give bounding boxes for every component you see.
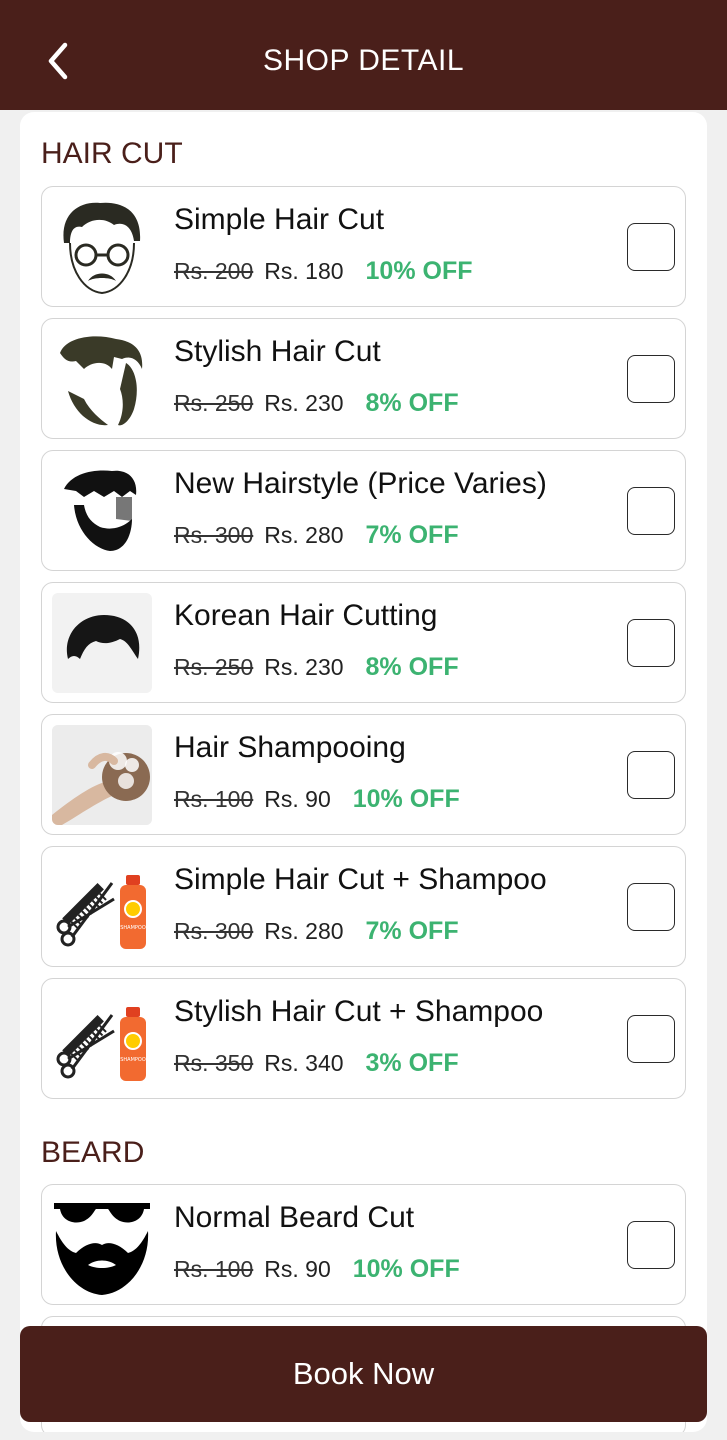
service-name: Simple Hair Cut [174, 203, 385, 236]
shampooing-photo-icon [52, 725, 152, 825]
price-row: Rs. 250 Rs. 230 8% OFF [174, 389, 459, 418]
discount-badge: 10% OFF [365, 257, 473, 285]
scissors-comb-shampoo-icon: SHAMPOO [52, 989, 152, 1089]
service-checkbox[interactable] [627, 619, 675, 667]
service-name: Normal Beard Cut [174, 1201, 415, 1234]
book-now-button[interactable]: Book Now [20, 1326, 707, 1422]
price-row: Rs. 350 Rs. 340 3% OFF [174, 1049, 459, 1078]
service-name: Stylish Hair Cut + Shampoo [174, 995, 544, 1028]
old-price: Rs. 100 [174, 786, 254, 812]
new-price: Rs. 280 [264, 522, 344, 548]
service-card[interactable]: SHAMPOO Stylish Hair Cut + Shampoo Rs. 3… [41, 978, 686, 1099]
service-list[interactable]: HAIR CUT Simple Hair Cut Rs. 200 Rs. 180… [20, 112, 707, 1432]
service-checkbox[interactable] [627, 1015, 675, 1063]
service-checkbox[interactable] [627, 1221, 675, 1269]
price-row: Rs. 100 Rs. 90 10% OFF [174, 1255, 460, 1284]
price-row: Rs. 300 Rs. 280 7% OFF [174, 521, 459, 550]
discount-badge: 10% OFF [352, 785, 460, 813]
price-row: Rs. 100 Rs. 90 10% OFF [174, 785, 460, 814]
new-price: Rs. 90 [264, 786, 331, 812]
section-title-haircut: HAIR CUT [41, 137, 183, 170]
shampoo-bottle-label: SHAMPOO [120, 925, 146, 931]
new-price: Rs. 230 [264, 654, 344, 680]
service-name: New Hairstyle (Price Varies) [174, 467, 547, 500]
new-price: Rs. 230 [264, 390, 344, 416]
service-card[interactable]: Stylish Hair Cut Rs. 250 Rs. 230 8% OFF [41, 318, 686, 439]
price-row: Rs. 250 Rs. 230 8% OFF [174, 653, 459, 682]
shampoo-bottle-label: SHAMPOO [120, 1057, 146, 1063]
service-checkbox[interactable] [627, 751, 675, 799]
old-price: Rs. 300 [174, 918, 254, 944]
price-row: Rs. 300 Rs. 280 7% OFF [174, 917, 459, 946]
new-price: Rs. 90 [264, 1256, 331, 1282]
service-name: Simple Hair Cut + Shampoo [174, 863, 547, 896]
old-price: Rs. 250 [174, 390, 254, 416]
old-price: Rs. 300 [174, 522, 254, 548]
price-row: Rs. 200 Rs. 180 10% OFF [174, 257, 473, 286]
old-price: Rs. 200 [174, 258, 254, 284]
discount-badge: 8% OFF [365, 653, 459, 681]
old-price: Rs. 250 [174, 654, 254, 680]
service-card[interactable]: Hair Shampooing Rs. 100 Rs. 90 10% OFF [41, 714, 686, 835]
new-price: Rs. 180 [264, 258, 344, 284]
scissors-comb-shampoo-icon: SHAMPOO [52, 857, 152, 957]
page-title: SHOP DETAIL [262, 44, 465, 77]
discount-badge: 7% OFF [365, 917, 459, 945]
new-price: Rs. 280 [264, 918, 344, 944]
service-name: Stylish Hair Cut [174, 335, 381, 368]
app-header: SHOP DETAIL [0, 0, 727, 110]
service-card[interactable]: Simple Hair Cut Rs. 200 Rs. 180 10% OFF [41, 186, 686, 307]
old-price: Rs. 350 [174, 1050, 254, 1076]
service-name: Korean Hair Cutting [174, 599, 438, 632]
service-checkbox[interactable] [627, 487, 675, 535]
korean-hair-icon [52, 593, 152, 693]
service-name: Hair Shampooing [174, 731, 406, 764]
discount-badge: 7% OFF [365, 521, 459, 549]
hairstyle-beard-icon [52, 461, 152, 561]
service-checkbox[interactable] [627, 883, 675, 931]
section-title-beard: BEARD [41, 1136, 145, 1169]
service-card[interactable]: SHAMPOO Simple Hair Cut + Shampoo Rs. 30… [41, 846, 686, 967]
discount-badge: 8% OFF [365, 389, 459, 417]
service-card[interactable]: Normal Beard Cut Rs. 100 Rs. 90 10% OFF [41, 1184, 686, 1305]
service-checkbox[interactable] [627, 223, 675, 271]
new-price: Rs. 340 [264, 1050, 344, 1076]
discount-badge: 3% OFF [365, 1049, 459, 1077]
stylish-hair-beard-icon [52, 329, 152, 429]
service-checkbox[interactable] [627, 355, 675, 403]
old-price: Rs. 100 [174, 1256, 254, 1282]
service-card[interactable]: New Hairstyle (Price Varies) Rs. 300 Rs.… [41, 450, 686, 571]
discount-badge: 10% OFF [352, 1255, 460, 1283]
beard-sunglasses-icon [52, 1195, 152, 1295]
service-card[interactable]: Korean Hair Cutting Rs. 250 Rs. 230 8% O… [41, 582, 686, 703]
glasses-face-icon [52, 197, 152, 297]
